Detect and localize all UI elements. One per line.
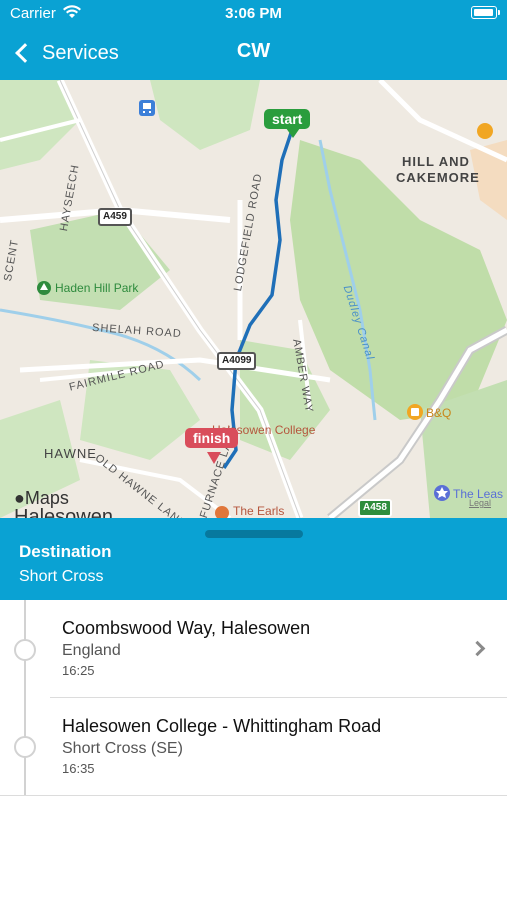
stop-area: Short Cross (SE) — [62, 740, 183, 757]
battery-icon — [471, 6, 500, 19]
star-icon — [434, 485, 450, 501]
top-header: Carrier 3:06 PM Services CW — [0, 0, 507, 80]
map-label-hill-and: HILL AND — [402, 154, 470, 169]
status-time: 3:06 PM — [225, 5, 282, 22]
stop-name: Halesowen College - Whittingham Road — [62, 716, 382, 736]
divider — [0, 795, 507, 796]
park-icon — [37, 281, 51, 295]
chevron-right-icon — [469, 640, 486, 657]
stop-name: Coombswood Way, Halesowen — [62, 618, 311, 638]
stop-time: 16:35 — [62, 761, 95, 776]
stop-area: England — [62, 642, 121, 659]
map-label-hawne: HAWNE — [44, 446, 97, 461]
maps-attribution: ●Maps — [14, 488, 69, 509]
finish-pin[interactable]: finish — [185, 428, 239, 448]
road-badge-a459: A459 — [98, 208, 132, 226]
start-pin[interactable]: start — [264, 109, 311, 129]
stop-row[interactable]: Coombswood Way, Halesowen England 16:25 — [0, 600, 507, 698]
destination-label: Destination — [19, 542, 112, 561]
apple-icon: ● — [14, 488, 25, 508]
route-map[interactable]: HILL AND CAKEMORE HAYSEECH LODGEFIELD RO… — [0, 80, 507, 518]
sheet-grabber-handle[interactable] — [205, 530, 303, 538]
map-label-cakemore: CAKEMORE — [396, 170, 480, 185]
stop-marker — [14, 639, 36, 661]
restaurant-icon — [477, 123, 493, 139]
poi-the-earls[interactable]: The Earls — [233, 504, 284, 518]
poi-haden-hill-park[interactable]: Haden Hill Park — [55, 281, 138, 295]
poi-bq[interactable]: B&Q — [426, 406, 451, 420]
status-bar: Carrier 3:06 PM — [0, 0, 507, 28]
road-badge-a458: A458 — [358, 499, 392, 517]
page-title: CW — [236, 40, 271, 62]
stop-marker — [14, 736, 36, 758]
train-station-icon — [139, 100, 155, 116]
destination-value: Short Cross — [19, 568, 104, 585]
destination-panel[interactable]: Destination Short Cross — [0, 518, 507, 600]
maps-attribution-label: Maps — [24, 488, 69, 508]
road-badge-a4099: A4099 — [217, 352, 257, 370]
stop-time: 16:25 — [62, 663, 95, 678]
shop-icon — [407, 404, 423, 420]
legal-link[interactable]: Legal — [469, 498, 491, 508]
stop-row[interactable]: Halesowen College - Whittingham Road Sho… — [0, 698, 507, 796]
